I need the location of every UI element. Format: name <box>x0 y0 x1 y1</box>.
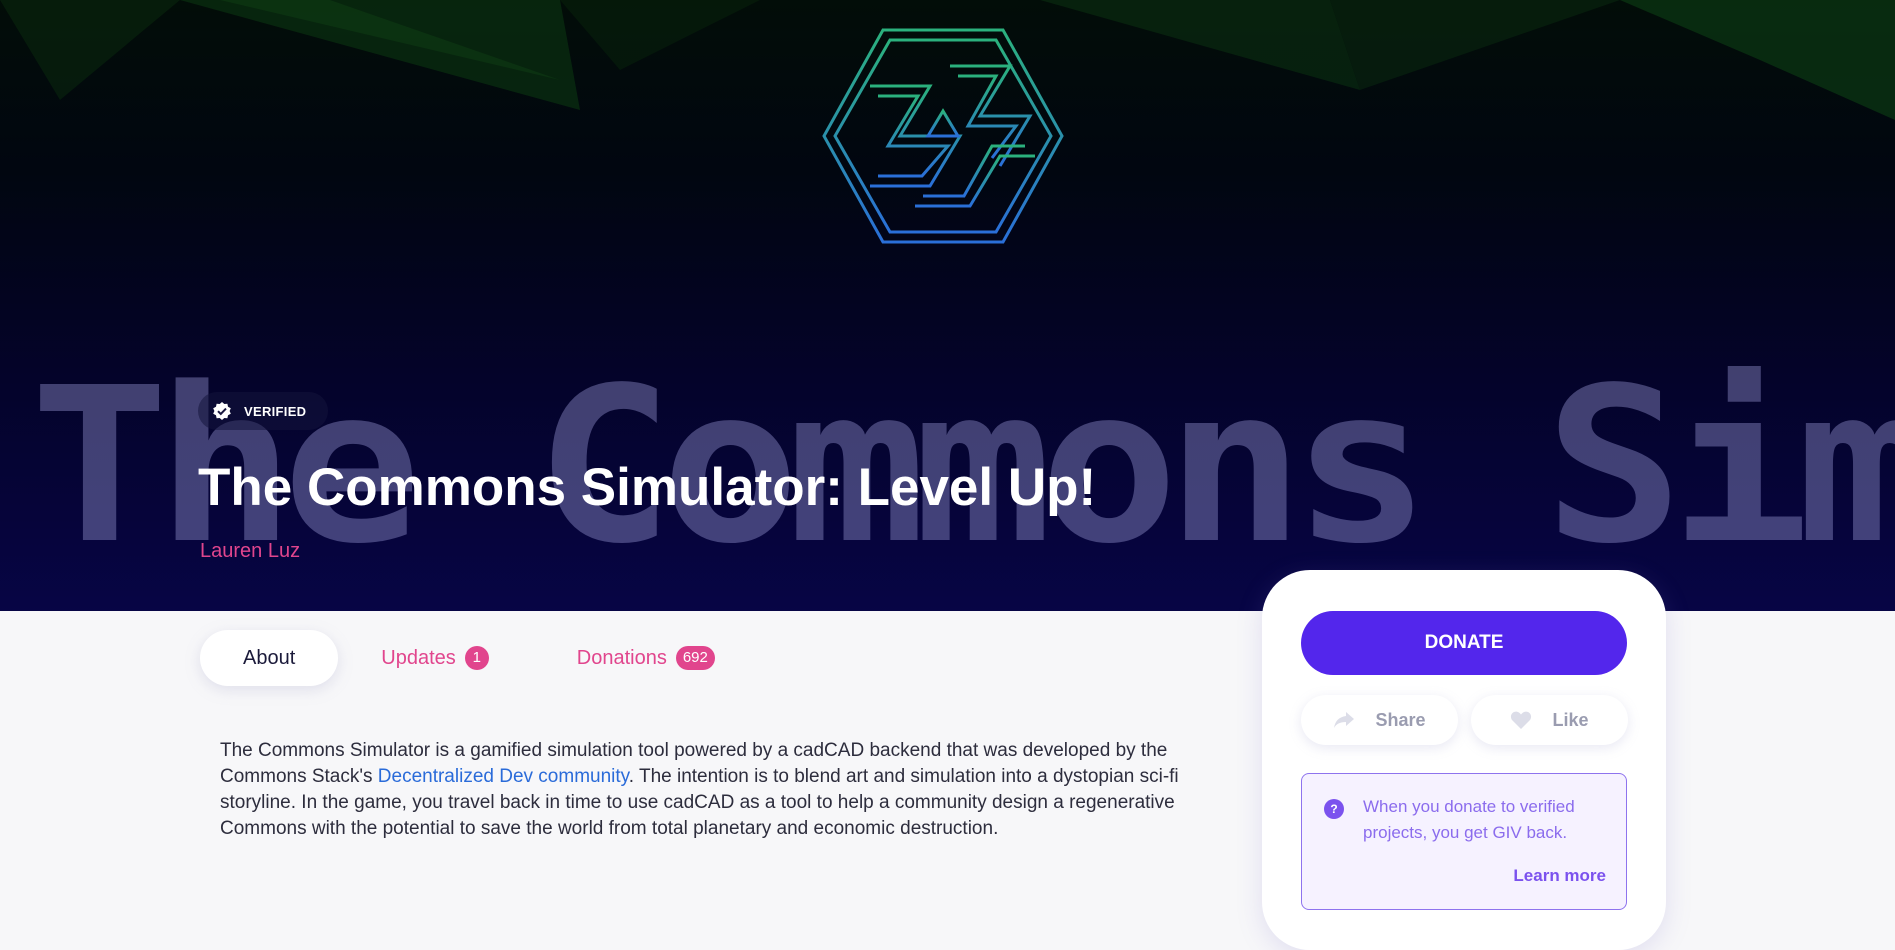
donate-button[interactable]: DONATE <box>1301 611 1627 675</box>
heart-icon <box>1511 711 1532 729</box>
tab-donations[interactable]: Donations 692 <box>577 630 715 686</box>
tab-donations-label: Donations <box>576 646 667 669</box>
share-button[interactable]: Share <box>1301 695 1458 745</box>
logo-mark <box>822 28 1064 244</box>
donate-card: DONATE Share Like ? When you donate to v… <box>1262 570 1666 950</box>
project-description: The Commons Simulator is a gamified simu… <box>220 738 1200 842</box>
share-label: Share <box>1375 709 1426 730</box>
like-label: Like <box>1552 709 1589 730</box>
hero-banner: The Commons Simulator VERIFIED The Commo… <box>0 0 1895 611</box>
updates-count-badge: 1 <box>464 646 489 670</box>
donations-count-badge: 692 <box>675 646 715 670</box>
learn-more-link[interactable]: Learn more <box>1513 866 1606 886</box>
tab-updates[interactable]: Updates 1 <box>381 630 489 686</box>
verified-label: VERIFIED <box>244 403 307 419</box>
author-link[interactable]: Lauren Luz <box>200 540 300 563</box>
share-arrow-icon <box>1334 712 1355 728</box>
decentralized-dev-link[interactable]: Decentralized Dev community <box>378 766 629 787</box>
tab-about[interactable]: About <box>200 630 339 686</box>
verified-check-icon <box>213 402 231 420</box>
project-tabs: About Updates 1 Donations 692 <box>200 630 715 686</box>
tab-about-label: About <box>243 646 296 669</box>
giv-back-message: When you donate to verified projects, yo… <box>1363 797 1575 842</box>
project-title: The Commons Simulator: Level Up! <box>198 458 1097 517</box>
giv-back-info-box: ? When you donate to verified projects, … <box>1301 773 1627 910</box>
question-icon: ? <box>1324 799 1344 819</box>
verified-badge: VERIFIED <box>198 392 329 430</box>
tab-updates-label: Updates <box>381 646 456 669</box>
like-button[interactable]: Like <box>1471 695 1628 745</box>
